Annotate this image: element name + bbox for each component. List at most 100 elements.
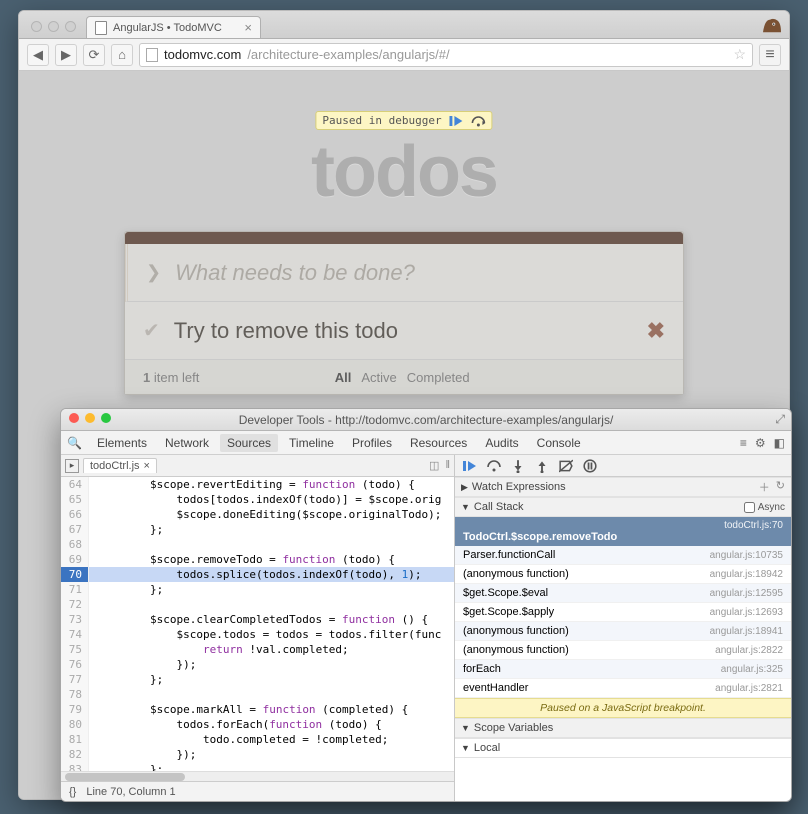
line-number[interactable]: 77 [61, 672, 89, 687]
line-number[interactable]: 73 [61, 612, 89, 627]
deactivate-breakpoints-icon[interactable] [559, 459, 573, 473]
line-number[interactable]: 66 [61, 507, 89, 522]
code-line[interactable]: 82 }); [61, 747, 454, 762]
pause-on-exceptions-icon[interactable] [583, 459, 597, 473]
zoom-dot[interactable] [101, 413, 111, 423]
section-scope-variables[interactable]: ▼ Scope Variables [455, 718, 791, 738]
pause-icon[interactable]: ‖ [445, 459, 450, 472]
home-button[interactable]: ⌂ [111, 44, 133, 66]
panel-resources[interactable]: Resources [403, 434, 474, 452]
callstack-frame[interactable]: Parser.functionCallangular.js:10735 [455, 546, 791, 565]
disclosure-triangle-icon[interactable]: ▶ [461, 482, 468, 493]
callstack-frame[interactable]: $get.Scope.$evalangular.js:12595 [455, 584, 791, 603]
filter-completed[interactable]: Completed [407, 370, 470, 385]
refresh-icon[interactable]: ↻ [776, 479, 785, 495]
code-line[interactable]: 66 $scope.doneEditing($scope.originalTod… [61, 507, 454, 522]
bookmark-star-icon[interactable]: ☆ [733, 46, 746, 63]
panel-network[interactable]: Network [158, 434, 216, 452]
code-line[interactable]: 80 todos.forEach(function (todo) { [61, 717, 454, 732]
todo-item-row[interactable]: ✔ Try to remove this todo ✖ [125, 302, 683, 360]
toggle-all-icon[interactable]: ❯ [146, 262, 161, 283]
callstack-frame[interactable]: forEachangular.js:325 [455, 660, 791, 679]
code-line[interactable]: 78 [61, 687, 454, 702]
step-over-icon[interactable] [487, 459, 501, 473]
step-into-icon[interactable] [511, 459, 525, 473]
line-number[interactable]: 71 [61, 582, 89, 597]
code-line[interactable]: 71 }; [61, 582, 454, 597]
line-number[interactable]: 72 [61, 597, 89, 612]
horizontal-scrollbar[interactable] [61, 771, 454, 781]
async-checkbox[interactable] [744, 502, 755, 513]
line-number[interactable]: 78 [61, 687, 89, 702]
code-line[interactable]: 74 $scope.todos = todos = todos.filter(f… [61, 627, 454, 642]
code-line[interactable]: 75 return !val.completed; [61, 642, 454, 657]
panel-timeline[interactable]: Timeline [282, 434, 341, 452]
line-number[interactable]: 69 [61, 552, 89, 567]
step-out-icon[interactable] [535, 459, 549, 473]
code-line[interactable]: 69 $scope.removeTodo = function (todo) { [61, 552, 454, 567]
code-line[interactable]: 83 }; [61, 762, 454, 771]
code-line[interactable]: 72 [61, 597, 454, 612]
devtools-titlebar[interactable]: Developer Tools - http://todomvc.com/arc… [61, 409, 791, 431]
close-dot[interactable] [69, 413, 79, 423]
code-line[interactable]: 77 }; [61, 672, 454, 687]
line-number[interactable]: 65 [61, 492, 89, 507]
file-tab[interactable]: todoCtrl.js × [83, 458, 157, 473]
line-number[interactable]: 83 [61, 762, 89, 771]
async-toggle[interactable]: Async [744, 502, 785, 513]
resume-icon[interactable] [450, 115, 464, 127]
code-line[interactable]: 81 todo.completed = !completed; [61, 732, 454, 747]
drawer-toggle-icon[interactable]: ≡ [740, 436, 747, 450]
line-number[interactable]: 82 [61, 747, 89, 762]
resume-icon[interactable] [463, 459, 477, 473]
url-bar[interactable]: todomvc.com/architecture-examples/angula… [139, 43, 753, 67]
back-button[interactable]: ◀ [27, 44, 49, 66]
window-controls[interactable] [31, 21, 76, 32]
close-dot[interactable] [31, 21, 42, 32]
callstack-top-frame[interactable]: todoCtrl.js:70 TodoCtrl.$scope.removeTod… [455, 517, 791, 546]
disclosure-triangle-icon[interactable]: ▼ [461, 723, 470, 733]
forward-button[interactable]: ▶ [55, 44, 77, 66]
line-number[interactable]: 68 [61, 537, 89, 552]
reload-button[interactable]: ⟳ [83, 44, 105, 66]
code-line[interactable]: 76 }); [61, 657, 454, 672]
split-view-icon[interactable]: ◫ [429, 459, 439, 472]
line-number[interactable]: 81 [61, 732, 89, 747]
line-number[interactable]: 70 [61, 567, 89, 582]
line-number[interactable]: 75 [61, 642, 89, 657]
minimize-dot[interactable] [85, 413, 95, 423]
search-icon[interactable]: 🔍 [67, 436, 82, 450]
step-over-icon[interactable] [472, 115, 486, 127]
code-line[interactable]: 67 }; [61, 522, 454, 537]
hamburger-menu-icon[interactable]: ≡ [759, 44, 781, 66]
callstack-frame[interactable]: (anonymous function)angular.js:18941 [455, 622, 791, 641]
panel-audits[interactable]: Audits [478, 434, 525, 452]
check-icon[interactable]: ✔ [143, 318, 160, 343]
line-number[interactable]: 67 [61, 522, 89, 537]
section-local[interactable]: ▼ Local [455, 738, 791, 758]
callstack-frame[interactable]: $get.Scope.$applyangular.js:12693 [455, 603, 791, 622]
expand-icon[interactable]: ⤢ [775, 412, 785, 427]
line-number[interactable]: 76 [61, 657, 89, 672]
section-watch-expressions[interactable]: ▶ Watch Expressions ＋↻ [455, 477, 791, 497]
code-line[interactable]: 73 $scope.clearCompletedTodos = function… [61, 612, 454, 627]
line-number[interactable]: 74 [61, 627, 89, 642]
devtools-window-controls[interactable] [69, 413, 111, 423]
code-line[interactable]: 65 todos[todos.indexOf(todo)] = $scope.o… [61, 492, 454, 507]
section-call-stack[interactable]: ▼ Call Stack Async [455, 497, 791, 517]
line-number[interactable]: 79 [61, 702, 89, 717]
minimize-dot[interactable] [48, 21, 59, 32]
code-line[interactable]: 79 $scope.markAll = function (completed)… [61, 702, 454, 717]
filter-all[interactable]: All [335, 370, 352, 385]
file-tab-close-icon[interactable]: × [144, 460, 150, 472]
tab-close-icon[interactable]: × [244, 20, 252, 35]
settings-gear-icon[interactable]: ⚙ [755, 436, 766, 450]
navigator-toggle-icon[interactable]: ▸ [65, 459, 79, 473]
filter-active[interactable]: Active [361, 370, 396, 385]
profile-avatar-icon[interactable] [761, 16, 783, 34]
disclosure-triangle-icon[interactable]: ▼ [461, 743, 470, 753]
panel-elements[interactable]: Elements [90, 434, 154, 452]
code-editor[interactable]: 64 $scope.revertEditing = function (todo… [61, 477, 454, 771]
code-line[interactable]: 70 todos.splice(todos.indexOf(todo), 1); [61, 567, 454, 582]
code-line[interactable]: 68 [61, 537, 454, 552]
